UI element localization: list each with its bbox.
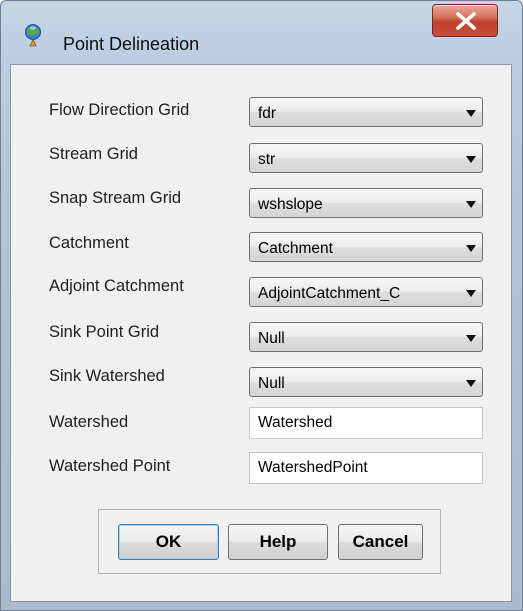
chevron-down-icon [466, 201, 476, 208]
sink-watershed-dropdown[interactable]: Null [249, 367, 483, 397]
snap-stream-grid-value: wshslope [258, 196, 323, 213]
adjoint-catchment-label: Adjoint Catchment [49, 277, 184, 295]
watershed-label: Watershed [49, 413, 129, 431]
stream-grid-label: Stream Grid [49, 145, 138, 163]
catchment-value: Catchment [258, 240, 333, 257]
catchment-label: Catchment [49, 234, 129, 252]
watershed-point-input[interactable] [249, 452, 483, 484]
watershed-point-label: Watershed Point [49, 457, 171, 475]
title-bar[interactable]: Point Delineation [1, 1, 522, 54]
chevron-down-icon [466, 156, 476, 163]
close-icon [456, 12, 476, 30]
flow-direction-grid-label: Flow Direction Grid [49, 101, 190, 119]
sink-point-grid-value: Null [258, 330, 285, 347]
globe-pin-icon [25, 24, 41, 47]
help-button[interactable]: Help [228, 524, 328, 560]
sink-watershed-value: Null [258, 375, 285, 392]
snap-stream-grid-label: Snap Stream Grid [49, 189, 182, 207]
sink-point-grid-label: Sink Point Grid [49, 323, 160, 341]
flow-direction-grid-value: fdr [258, 105, 277, 122]
sink-point-grid-dropdown[interactable]: Null [249, 322, 483, 352]
window-title: Point Delineation [63, 34, 200, 54]
chevron-down-icon [466, 290, 476, 297]
adjoint-catchment-dropdown[interactable]: AdjointCatchment_C [249, 277, 483, 307]
stream-grid-dropdown[interactable]: str [249, 143, 483, 173]
dialog-window: Point Delineation Flow Direction Grid fd… [0, 0, 523, 611]
dialog-body: Flow Direction Grid fdr Stream Grid str … [10, 64, 512, 602]
snap-stream-grid-dropdown[interactable]: wshslope [249, 188, 483, 218]
chevron-down-icon [466, 335, 476, 342]
button-group: OK Help Cancel [98, 509, 441, 574]
adjoint-catchment-value: AdjointCatchment_C [258, 285, 401, 302]
chevron-down-icon [466, 380, 476, 387]
chevron-down-icon [466, 110, 476, 117]
flow-direction-grid-dropdown[interactable]: fdr [249, 97, 483, 127]
watershed-input[interactable] [249, 407, 483, 439]
stream-grid-value: str [258, 151, 276, 168]
close-button[interactable] [432, 4, 498, 37]
catchment-dropdown[interactable]: Catchment [249, 232, 483, 262]
sink-watershed-label: Sink Watershed [49, 367, 165, 385]
cancel-button[interactable]: Cancel [338, 524, 423, 560]
chevron-down-icon [466, 245, 476, 252]
ok-button[interactable]: OK [118, 524, 219, 560]
